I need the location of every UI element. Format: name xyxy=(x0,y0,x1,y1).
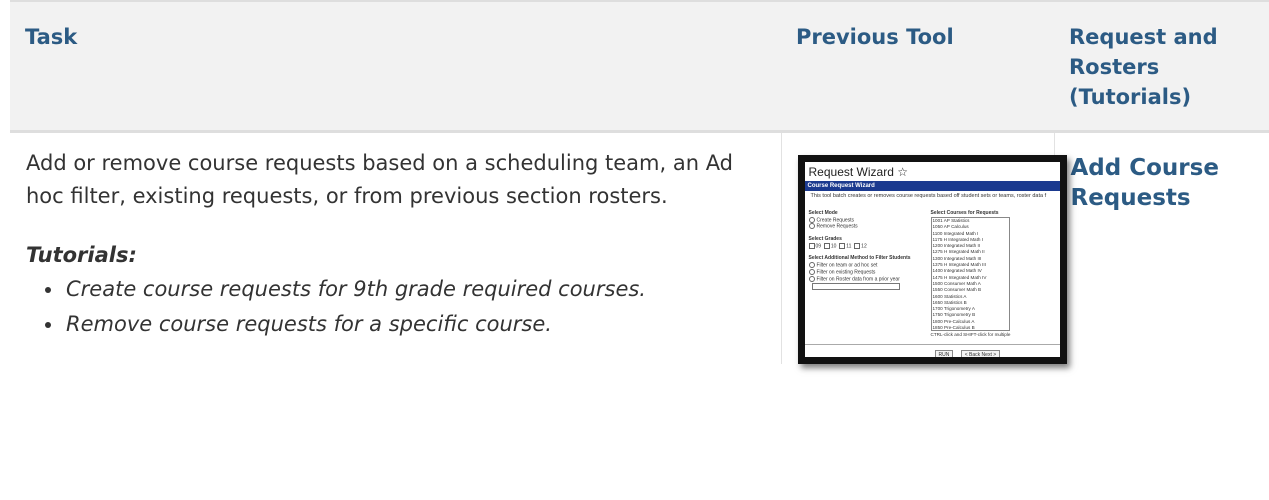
header-request-and-rosters: Request and Rosters (Tutorials) xyxy=(1054,0,1269,133)
radio-icon xyxy=(808,261,815,268)
tutorial-item: Remove course requests for a specific co… xyxy=(64,309,765,339)
radio-icon xyxy=(808,223,815,230)
previous-tool-cell: Request Wizard ☆ Course Request Wizard T… xyxy=(781,131,1067,364)
year-select xyxy=(811,283,900,291)
grade-label: 10 xyxy=(830,242,837,249)
add-course-requests-link[interactable]: Add Course Requests xyxy=(1071,155,1219,211)
filter-option-label: Filter on Roster data from a prior year xyxy=(816,275,900,282)
radio-icon xyxy=(808,216,815,223)
wizard-body: Select Mode Create Requests Remove Reque… xyxy=(804,204,1060,357)
grade-label: 09 xyxy=(815,242,822,249)
multi-select-note: CTRL-click and SHIFT-click for multiple xyxy=(930,332,1011,337)
tutorial-link-cell: Add Course Requests xyxy=(1054,131,1269,364)
checkbox-icon xyxy=(808,242,815,249)
grade-options: 09 10 11 12 xyxy=(808,242,929,250)
filter-option: Filter on existing Requests xyxy=(808,268,929,276)
run-button: RUN xyxy=(934,350,954,357)
checkbox-icon xyxy=(854,242,861,249)
course-request-table: Task Previous Tool Request and Rosters (… xyxy=(10,0,1269,364)
wizard-divider xyxy=(804,344,1060,345)
table-row: Add or remove course requests based on a… xyxy=(10,131,1269,364)
header-task: Task xyxy=(10,0,781,133)
mode-option-label: Remove Requests xyxy=(816,223,858,230)
grade-label: 11 xyxy=(846,242,852,249)
tutorials-heading: Tutorials: xyxy=(26,243,137,267)
filter-option-label: Filter on team or ad hoc set xyxy=(816,262,878,269)
filter-option-label: Filter on existing Requests xyxy=(816,269,876,276)
tutorials-list: Create course requests for 9th grade req… xyxy=(26,274,765,339)
courses-label: Select Courses for Requests xyxy=(930,210,999,216)
table-header-row: Task Previous Tool Request and Rosters (… xyxy=(10,0,1269,133)
header-previous-tool: Previous Tool xyxy=(781,0,1054,133)
checkbox-icon xyxy=(839,242,846,249)
mode-option: Remove Requests xyxy=(808,223,929,230)
request-wizard-screenshot: Request Wizard ☆ Course Request Wizard T… xyxy=(797,155,1067,364)
wizard-buttons: RUN < Back Next > xyxy=(934,350,1007,357)
task-cell: Add or remove course requests based on a… xyxy=(10,131,782,364)
wizard-title-bar: Course Request Wizard xyxy=(804,181,1060,191)
radio-icon xyxy=(808,268,815,275)
radio-icon xyxy=(808,275,815,282)
course-list: 1001 AP Statistics 1050 AP Calculus 1100 I… xyxy=(930,217,1010,331)
back-next-buttons: < Back Next > xyxy=(960,350,1001,357)
task-description: Add or remove course requests based on a… xyxy=(26,151,734,208)
filter-option: Filter on Roster data from a prior year xyxy=(808,275,929,283)
wizard-left-panel: Select Mode Create Requests Remove Reque… xyxy=(808,210,929,291)
wizard-description: This tool batch creates or removes cours… xyxy=(810,193,1047,199)
wizard-right-panel: Select Courses for Requests 1001 AP Stat… xyxy=(930,210,1051,337)
tutorial-item: Create course requests for 9th grade req… xyxy=(64,274,765,304)
mode-option: Create Requests xyxy=(808,216,929,224)
filter-option: Filter on team or ad hoc set xyxy=(808,261,929,269)
course-option: 1850 Pre-Calculus B xyxy=(932,325,975,331)
wizard-title: Request Wizard ☆ xyxy=(808,165,908,179)
mode-option-label: Create Requests xyxy=(816,216,855,223)
checkbox-icon xyxy=(823,242,830,249)
grade-label: 12 xyxy=(861,242,867,249)
